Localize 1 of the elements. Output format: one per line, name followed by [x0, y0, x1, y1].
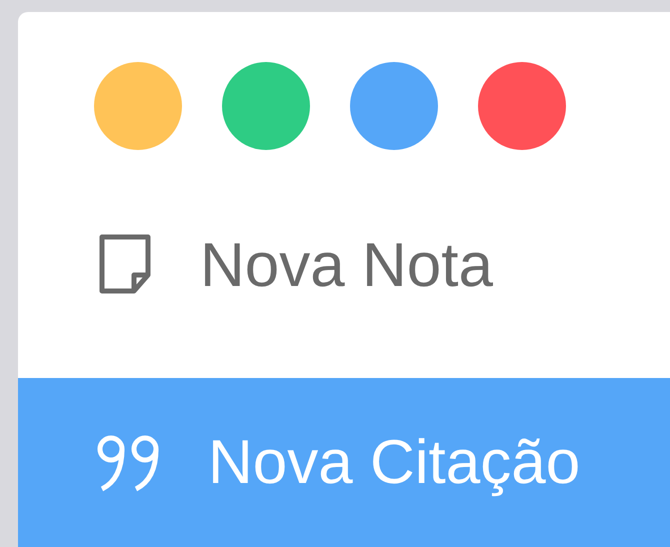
- menu-item[interactable]: Nova Nota: [18, 152, 670, 378]
